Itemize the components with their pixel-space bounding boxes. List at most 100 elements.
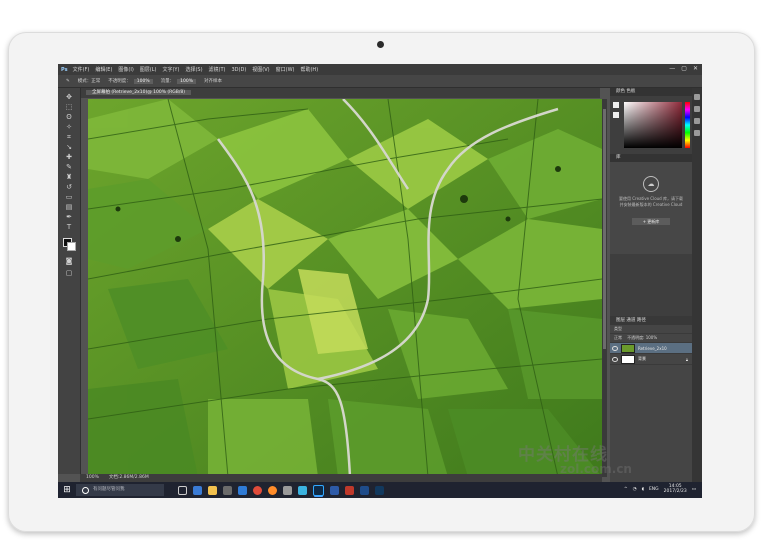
canvas-scrollbar[interactable] (602, 99, 607, 477)
tray-chevron-icon[interactable]: ^ (624, 487, 628, 492)
menu-file[interactable]: 文件(F) (73, 66, 90, 73)
front-camera (377, 41, 384, 48)
app3-icon[interactable] (345, 485, 354, 495)
layer-thumbnail (621, 354, 635, 364)
photos-icon[interactable] (298, 485, 307, 495)
watermark-url: zol.com.cn (560, 462, 632, 476)
menu-view[interactable]: 视图(V) (252, 66, 269, 73)
panel-icon-strip (692, 88, 702, 482)
document-tab[interactable]: 全屏幕拍 (Retrieve_2x10)@ 100% (RGB/8) (86, 90, 192, 95)
cortana-search-box[interactable]: 有问题尽管问我 (76, 484, 164, 496)
background-color-swatch[interactable] (67, 242, 76, 251)
menu-layer[interactable]: 图层(L) (140, 66, 157, 73)
network-icon[interactable]: ◔ (633, 487, 637, 492)
menu-select[interactable]: 选择(S) (185, 66, 202, 73)
layer-row-background[interactable]: 背景 🔒︎ (610, 354, 692, 365)
opacity-field[interactable]: 100% (133, 78, 153, 84)
brush-icon[interactable]: ✎ (66, 79, 70, 84)
layer-thumbnail (621, 343, 635, 353)
app2-icon[interactable] (330, 485, 339, 495)
right-panels: 颜色 色板 库 ☁ 要使用 Creative Cloud 库，请下载并安装最新版… (610, 88, 702, 482)
close-button[interactable]: ✕ (693, 65, 698, 72)
minimize-button[interactable]: — (669, 65, 675, 72)
mail-icon[interactable] (238, 485, 247, 495)
menu-type[interactable]: 文字(Y) (162, 66, 179, 73)
menu-help[interactable]: 帮助(H) (300, 66, 318, 73)
type-tool-icon[interactable]: T (62, 222, 76, 232)
quick-select-tool-icon[interactable]: ✧ (62, 122, 76, 132)
clock[interactable]: 14:05 2017/2/23 (664, 484, 687, 494)
menu-edit[interactable]: 编辑(E) (95, 66, 112, 73)
pen-tool-icon[interactable]: ✒ (62, 212, 76, 222)
menu-bar: Ps 文件(F) 编辑(E) 图像(I) 图层(L) 文字(Y) 选择(S) 滤… (58, 64, 702, 75)
layer-row-retrieve[interactable]: Retrieve_2x10 (610, 343, 692, 354)
menu-window[interactable]: 窗口(W) (276, 66, 295, 73)
firefox-icon[interactable] (268, 485, 277, 495)
app4-icon[interactable] (360, 485, 369, 495)
gradient-tool-icon[interactable]: ▤ (62, 202, 76, 212)
screen: Ps 文件(F) 编辑(E) 图像(I) 图层(L) 文字(Y) 选择(S) 滤… (58, 64, 702, 498)
edge-icon[interactable] (193, 485, 202, 495)
layers-filter[interactable]: 类型 (610, 325, 692, 334)
blend-mode-value: 正常 (614, 335, 622, 340)
flow-label: 流量： (160, 79, 175, 84)
image-canvas[interactable] (88, 99, 602, 477)
move-tool-icon[interactable]: ✥ (62, 92, 76, 102)
layers-tabs[interactable]: 图层 通道 路径 (610, 316, 692, 325)
adjustments-panel-icon[interactable] (694, 118, 700, 124)
blend-mode-select[interactable]: 正常 不透明度: 100% (610, 334, 692, 343)
layer-opacity[interactable]: 不透明度: 100% (627, 335, 657, 340)
mode-select[interactable]: 模式：正常 (78, 78, 101, 84)
lasso-tool-icon[interactable]: ʘ (62, 112, 76, 122)
task-view-icon[interactable] (178, 485, 187, 495)
pinned-apps (178, 484, 384, 496)
flow-field[interactable]: 100% (177, 78, 197, 84)
properties-panel-icon[interactable] (694, 106, 700, 112)
volume-icon[interactable]: ◖ (642, 487, 644, 492)
scrollbar-thumb[interactable] (603, 109, 606, 349)
chrome-icon[interactable] (253, 485, 262, 495)
update-libraries-button[interactable]: + 更新库 (632, 218, 670, 225)
stamp-tool-icon[interactable]: ♜ (62, 172, 76, 182)
crop-tool-icon[interactable]: ⌗ (62, 132, 76, 142)
options-bar: ✎ 模式：正常 不透明度： 100% 流量： 100% 对齐样本 (58, 75, 702, 88)
history-brush-tool-icon[interactable]: ↺ (62, 182, 76, 192)
brush-tool-icon[interactable]: ✎ (62, 162, 76, 172)
app-icon[interactable] (283, 485, 292, 495)
document-info: 文档:2.86M/2.86M (108, 475, 149, 480)
opacity-label: 不透明度： (108, 79, 131, 84)
align-checkbox[interactable]: 对齐样本 (204, 78, 222, 84)
store-icon[interactable] (223, 485, 232, 495)
notifications-icon[interactable]: ▭ (692, 487, 696, 492)
menu-3d[interactable]: 3D(D) (232, 67, 247, 73)
status-bar: 100% 文档:2.86M/2.86M (80, 474, 602, 482)
healing-tool-icon[interactable]: ✚ (62, 152, 76, 162)
color-picker-field[interactable] (624, 102, 682, 148)
history-panel-icon[interactable] (694, 94, 700, 100)
screen-mode-icon[interactable]: ▢ (62, 268, 76, 278)
color-mode-icons (613, 102, 621, 148)
hue-slider[interactable] (685, 102, 690, 148)
language-indicator[interactable]: ENG (649, 487, 659, 492)
maximize-button[interactable]: ▢ (681, 65, 687, 72)
menu-image[interactable]: 图像(I) (118, 66, 133, 73)
eyedropper-tool-icon[interactable]: ↘ (62, 142, 76, 152)
eraser-tool-icon[interactable]: ▭ (62, 192, 76, 202)
windows-start-icon[interactable]: ⊞ (62, 485, 72, 495)
file-explorer-icon[interactable] (208, 485, 217, 495)
tools-panel: ✥ ⬚ ʘ ✧ ⌗ ↘ ✚ ✎ ♜ ↺ ▭ ▤ ✒ T ◙ ▢ (58, 88, 81, 474)
color-panel-tabs[interactable]: 颜色 色板 (610, 88, 702, 96)
menu-filter[interactable]: 滤镜(T) (209, 66, 226, 73)
cortana-icon (82, 486, 89, 494)
libraries-title[interactable]: 库 (610, 154, 692, 162)
clock-date: 2017/2/23 (663, 489, 687, 494)
app5-icon[interactable] (375, 485, 384, 495)
photoshop-logo: Ps (61, 66, 68, 73)
photoshop-icon[interactable] (313, 484, 324, 496)
styles-panel-icon[interactable] (694, 130, 700, 136)
visibility-eye-icon[interactable] (612, 356, 618, 362)
marquee-tool-icon[interactable]: ⬚ (62, 102, 76, 112)
visibility-eye-icon[interactable] (612, 345, 618, 351)
zoom-level[interactable]: 100% (86, 474, 99, 482)
quick-mask-icon[interactable]: ◙ (62, 256, 76, 266)
